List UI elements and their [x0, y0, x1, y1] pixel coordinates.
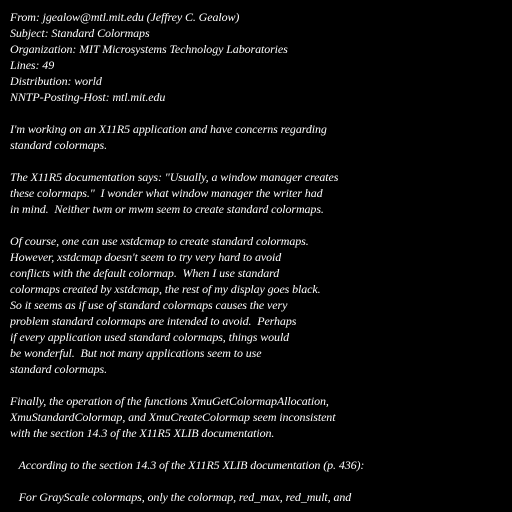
- paragraph-functions: Finally, the operation of the functions …: [10, 393, 508, 441]
- paragraph-quote-intro: According to the section 14.3 of the X11…: [10, 457, 508, 473]
- body-line: According to the section 14.3 of the X11…: [10, 458, 365, 472]
- header-from: From: jgealow@mtl.mit.edu (Jeffrey C. Ge…: [10, 10, 240, 24]
- paragraph-intro: I'm working on an X11R5 application and …: [10, 121, 508, 153]
- header-distribution: Distribution: world: [10, 74, 102, 88]
- paragraph-documentation: The X11R5 documentation says: "Usually, …: [10, 169, 508, 217]
- body-line: be wonderful. But not many applications …: [10, 346, 262, 360]
- body-line: Of course, one can use xstdcmap to creat…: [10, 234, 309, 248]
- body-line: with the section 14.3 of the X11R5 XLIB …: [10, 426, 275, 440]
- body-line: Finally, the operation of the functions …: [10, 394, 329, 408]
- body-line: if every application used standard color…: [10, 330, 290, 344]
- body-line: standard colormaps.: [10, 138, 107, 152]
- body-line: However, xstdcmap doesn't seem to try ve…: [10, 250, 282, 264]
- header-organization: Organization: MIT Microsystems Technolog…: [10, 42, 288, 56]
- header-lines: Lines: 49: [10, 58, 55, 72]
- message-viewer: From: jgealow@mtl.mit.edu (Jeffrey C. Ge…: [10, 9, 508, 512]
- body-line: standard colormaps.: [10, 362, 107, 376]
- body-line: problem standard colormaps are intended …: [10, 314, 297, 328]
- header-nntp-posting-host: NNTP-Posting-Host: mtl.mit.edu: [10, 90, 166, 104]
- body-line: I'm working on an X11R5 application and …: [10, 122, 327, 136]
- body-line: So it seems as if use of standard colorm…: [10, 298, 288, 312]
- body-line: XmuStandardColormap, and XmuCreateColorm…: [10, 410, 336, 424]
- message-headers: From: jgealow@mtl.mit.edu (Jeffrey C. Ge…: [10, 9, 508, 105]
- paragraph-xstdcmap: Of course, one can use xstdcmap to creat…: [10, 233, 508, 377]
- body-line: in mind. Neither twm or mwm seem to crea…: [10, 202, 324, 216]
- message-body: I'm working on an X11R5 application and …: [10, 121, 508, 505]
- body-line: The X11R5 documentation says: "Usually, …: [10, 170, 339, 184]
- body-line: colormaps created by xstdcmap, the rest …: [10, 282, 321, 296]
- paragraph-grayscale: For GrayScale colormaps, only the colorm…: [10, 489, 508, 505]
- header-subject: Subject: Standard Colormaps: [10, 26, 150, 40]
- body-line: For GrayScale colormaps, only the colorm…: [10, 490, 352, 504]
- body-line: these colormaps." I wonder what window m…: [10, 186, 323, 200]
- body-line: conflicts with the default colormap. Whe…: [10, 266, 280, 280]
